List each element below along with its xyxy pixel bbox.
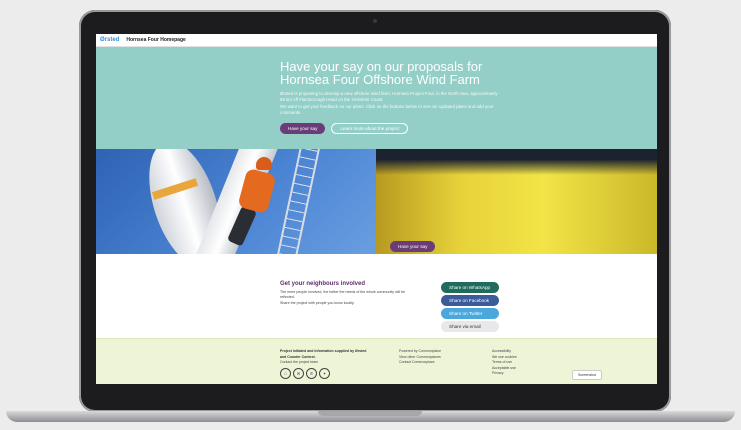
- hero-content: Have your say on our proposals for Horns…: [280, 60, 520, 134]
- site-header: Ørsted Hornsea Four Homepage: [96, 34, 657, 47]
- share-heading: Get your neighbours involved: [280, 281, 366, 287]
- chat-icon[interactable]: □: [280, 367, 291, 379]
- share-buttons: Share on WhatsApp Share on Facebook Shar…: [441, 282, 499, 332]
- screenshot-button[interactable]: Screenshot: [572, 370, 603, 380]
- share-section: Get your neighbours involved The more pe…: [96, 254, 657, 338]
- learn-more-button[interactable]: Learn more about the project: [331, 123, 409, 134]
- hero-paragraph-intro: Ørsted is proposing to develop a new off…: [280, 91, 498, 102]
- photo-worker-helmet: [256, 157, 272, 170]
- share-twitter-button[interactable]: Share on Twitter: [441, 308, 499, 319]
- hero-photo: Have your say: [96, 149, 657, 254]
- share-text: Get your neighbours involved The more pe…: [280, 281, 410, 308]
- camera-icon: [373, 19, 377, 23]
- screen: Ørsted Hornsea Four Homepage Have your s…: [96, 34, 657, 384]
- page-title[interactable]: Hornsea Four Homepage: [126, 37, 185, 43]
- twitter-icon[interactable]: ✦: [319, 367, 330, 379]
- footer-column-project: Project initiated and information suppli…: [280, 349, 370, 379]
- share-whatsapp-button[interactable]: Share on WhatsApp: [441, 282, 499, 293]
- footer-column-legal: Accessibility We use cookies Terms of us…: [492, 349, 517, 377]
- hero-section: Have your say on our proposals for Horns…: [96, 47, 657, 149]
- hero-buttons: Have your say Learn more about the proje…: [280, 123, 520, 134]
- footer-project-info: Project initiated and information suppli…: [280, 349, 367, 359]
- footer-link-privacy[interactable]: Privacy: [492, 371, 517, 377]
- mail-icon[interactable]: ✉: [293, 367, 304, 379]
- share-facebook-button[interactable]: Share on Facebook: [441, 295, 499, 306]
- footer-link-contact[interactable]: Contact Commonplace: [399, 360, 441, 366]
- footer-column-commonplace: Powered by Commonplace View other Common…: [399, 349, 441, 366]
- footer-social-icons: □ ✉ ✆ ✦: [280, 367, 370, 379]
- photo-shadow: [376, 149, 657, 175]
- photo-have-your-say-button[interactable]: Have your say: [390, 241, 436, 252]
- share-description: The more people involved, the better the…: [280, 290, 406, 299]
- footer-contact-link[interactable]: Contact the project team: [280, 360, 370, 366]
- site-footer: Project initiated and information suppli…: [96, 338, 657, 384]
- phone-icon[interactable]: ✆: [306, 367, 317, 379]
- hero-heading: Have your say on our proposals for Horns…: [280, 59, 483, 87]
- footer-link-powered[interactable]: Powered by Commonplace: [399, 349, 441, 355]
- hero-paragraph-feedback: We want to get your feedback on our plan…: [280, 104, 494, 115]
- share-email-button[interactable]: Share via email: [441, 321, 499, 332]
- laptop-notch: [318, 411, 422, 416]
- share-instruction: Share the project with people you know l…: [280, 301, 355, 306]
- brand-logo[interactable]: Ørsted: [100, 37, 119, 43]
- have-your-say-button[interactable]: Have your say: [280, 123, 326, 134]
